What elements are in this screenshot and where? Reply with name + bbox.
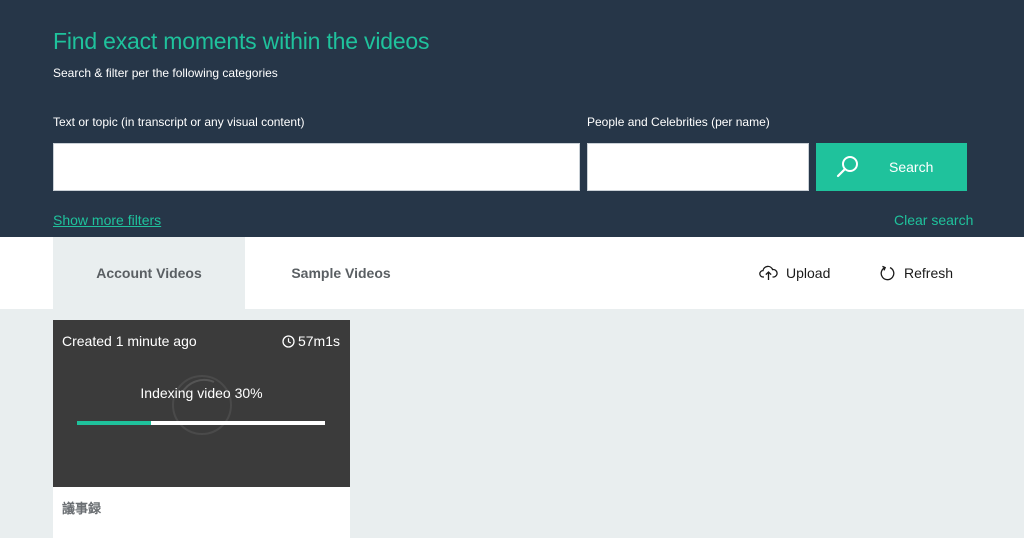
refresh-icon <box>880 265 895 280</box>
upload-button[interactable]: Upload <box>759 237 830 309</box>
video-tabs-bar: Account Videos Sample Videos Upload Refr… <box>0 237 1024 309</box>
tab-sample-videos[interactable]: Sample Videos <box>245 237 437 309</box>
created-time: Created 1 minute ago <box>62 333 197 349</box>
search-button-label: Search <box>889 159 934 175</box>
page-title: Find exact moments within the videos <box>53 28 430 54</box>
search-button[interactable]: Search <box>816 143 967 191</box>
indexing-progress-bar <box>77 421 325 425</box>
clock-icon <box>282 334 295 348</box>
progress-fill <box>77 421 152 425</box>
indexing-status: Indexing video 30% <box>140 385 263 401</box>
people-input[interactable] <box>587 143 809 191</box>
text-topic-label: Text or topic (in transcript or any visu… <box>53 115 305 129</box>
clear-search-link[interactable]: Clear search <box>894 212 973 228</box>
refresh-button[interactable]: Refresh <box>879 237 953 309</box>
video-duration: 57m1s <box>282 333 340 349</box>
video-thumbnail[interactable]: Created 1 minute ago 57m1s Indexing vide… <box>53 320 350 487</box>
video-card[interactable]: Created 1 minute ago 57m1s Indexing vide… <box>53 320 350 538</box>
people-label: People and Celebrities (per name) <box>587 115 770 129</box>
search-icon <box>836 156 858 178</box>
search-header: Find exact moments within the videos Sea… <box>0 0 1024 237</box>
page-subtitle: Search & filter per the following catego… <box>53 66 278 80</box>
duration-value: 57m1s <box>297 333 340 349</box>
cloud-upload-icon <box>759 265 778 280</box>
upload-label: Upload <box>786 265 831 281</box>
refresh-label: Refresh <box>904 265 954 281</box>
text-topic-input[interactable] <box>53 143 580 191</box>
show-more-filters-link[interactable]: Show more filters <box>53 212 161 228</box>
video-title[interactable]: 議事録 <box>62 498 101 517</box>
tab-account-videos[interactable]: Account Videos <box>53 237 245 309</box>
loading-spinner-icon <box>172 375 232 435</box>
